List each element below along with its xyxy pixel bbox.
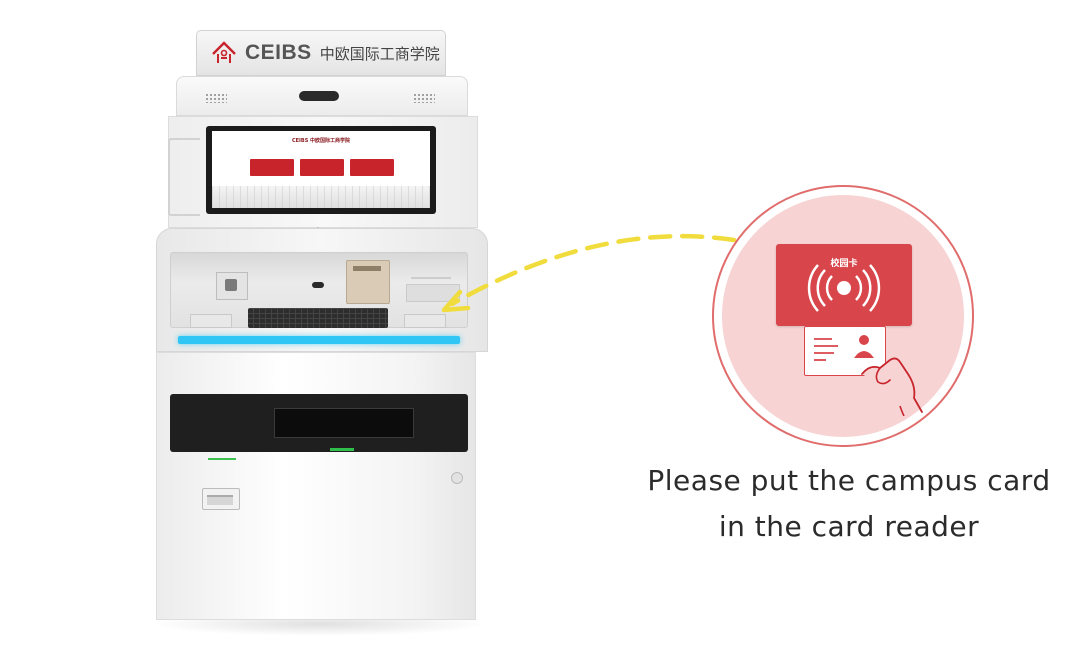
card-insert-slot[interactable]: [312, 282, 324, 288]
document-output-slot[interactable]: [274, 408, 414, 438]
instruction-line-1: Please put the campus card: [647, 464, 1051, 497]
screen-tile-2[interactable]: [300, 159, 344, 176]
blue-led-strip: [178, 336, 460, 344]
output-status-indicator: [330, 448, 354, 451]
touch-screen[interactable]: CEIBS 中欧国际工商学院: [212, 131, 430, 208]
instruction-line-2: in the card reader: [718, 510, 980, 543]
cabinet-lock-icon: [451, 472, 463, 484]
dashed-arrow-icon: [441, 233, 737, 313]
id-card-reader[interactable]: [216, 272, 248, 300]
screen-tile-1[interactable]: [250, 159, 294, 176]
kiosk-head-top: [176, 76, 468, 116]
card-return-slot[interactable]: [202, 488, 240, 510]
id-reader-window: [225, 279, 237, 291]
document-output-bay: [170, 394, 468, 452]
hand-icon: [861, 357, 923, 416]
kiosk-sign-board: CEIBS 中欧国际工商学院: [196, 30, 446, 76]
side-slot: [168, 138, 200, 216]
instruction-text: Please put the campus card in the card r…: [610, 458, 1077, 550]
sign-brand-text: CEIBS: [245, 41, 312, 64]
touch-screen-bezel: CEIBS 中欧国际工商学院: [206, 126, 436, 214]
screen-header: CEIBS 中欧国际工商学院: [291, 138, 351, 144]
nfc-waves-icon: [807, 264, 881, 312]
receipt-printer: [346, 260, 390, 304]
printer-paper-slot: [353, 266, 381, 271]
ceibs-logo-icon: [212, 41, 236, 63]
right-speaker-grille: [413, 93, 435, 103]
camera-icon: [299, 91, 339, 101]
kiosk-lower-cabinet: [156, 352, 476, 620]
campus-card: 校园卡: [776, 244, 912, 326]
card-return-tray: [207, 495, 233, 505]
sign-chinese-text: 中欧国际工商学院: [319, 44, 440, 63]
screen-tile-3[interactable]: [350, 159, 394, 176]
metal-keyboard[interactable]: [248, 308, 388, 328]
person-icon: [859, 335, 869, 345]
left-speaker-grille: [205, 93, 227, 103]
left-shelf-plate: [190, 314, 232, 328]
screen-campus-skyline: [212, 186, 430, 208]
card-return-indicator: [208, 458, 236, 460]
